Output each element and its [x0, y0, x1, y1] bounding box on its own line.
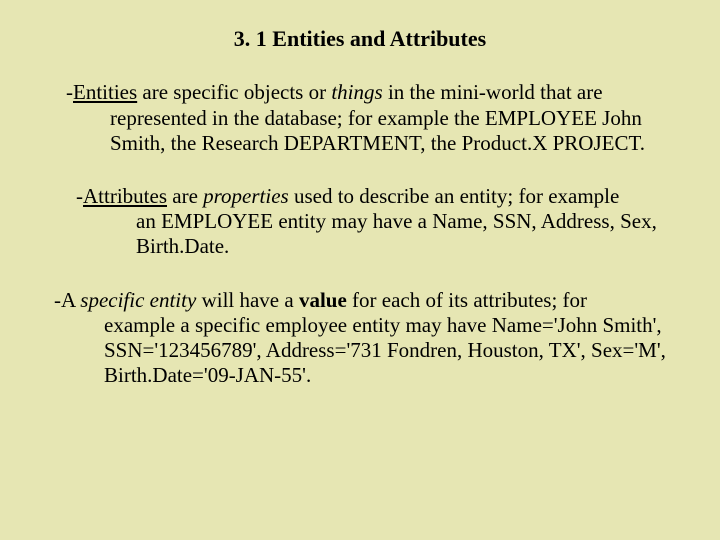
bullet-entities: - Entities are specific objects or thing…: [36, 80, 684, 156]
text-continuation: example a specific employee entity may h…: [54, 313, 684, 389]
slide: 3. 1 Entities and Attributes - Entities …: [0, 0, 720, 540]
text-continuation: represented in the database; for example…: [66, 106, 684, 156]
bullet-specific-entity: - A specific entity will have a value fo…: [36, 288, 684, 389]
properties-term: properties: [203, 184, 289, 208]
text: used to describe an entity; for example: [289, 184, 620, 208]
entities-term: Entities: [73, 80, 137, 104]
bullet-dash: -: [76, 184, 83, 209]
things-term: things: [331, 80, 382, 104]
slide-title: 3. 1 Entities and Attributes: [36, 26, 684, 52]
bullet-attributes: -Attributes are properties used to descr…: [36, 184, 684, 260]
text: are specific objects or: [137, 80, 331, 104]
bullet-dash: -: [54, 288, 61, 313]
specific-entity-term: specific entity: [80, 288, 196, 312]
text: A: [61, 288, 80, 312]
text: are: [167, 184, 203, 208]
text: in the mini-world that are: [383, 80, 603, 104]
text-continuation: an EMPLOYEE entity may have a Name, SSN,…: [76, 209, 684, 259]
text: will have a: [196, 288, 299, 312]
text: for each of its attributes; for: [347, 288, 587, 312]
bullet-dash: -: [66, 80, 73, 105]
attributes-term: Attributes: [83, 184, 167, 208]
value-term: value: [299, 288, 347, 312]
